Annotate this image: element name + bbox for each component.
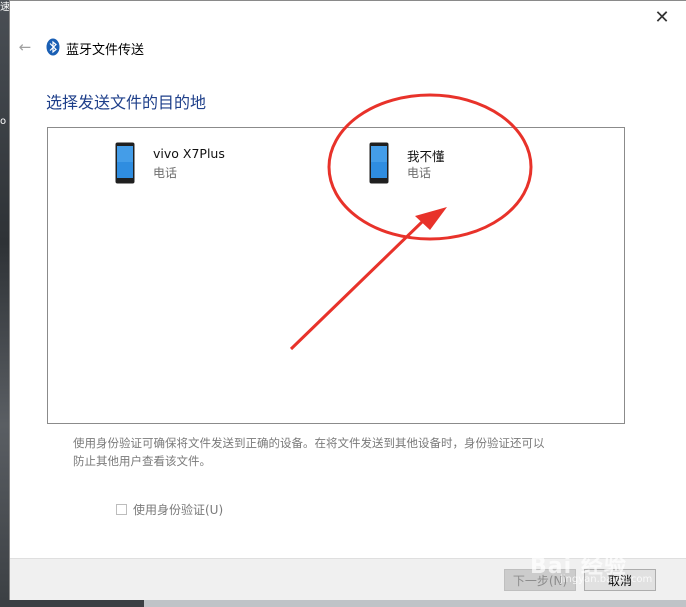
close-icon: ✕: [654, 6, 670, 28]
device-name: 我不懂: [407, 149, 445, 164]
device-type: 电话: [407, 166, 432, 180]
page-title: 选择发送文件的目的地: [46, 93, 207, 112]
auth-description-line: 防止其他用户查看该文件。: [73, 454, 211, 468]
bluetooth-transfer-window: ✕ ← 蓝牙文件传送 选择发送文件的目的地 vivo X7Plus 电话 我不懂: [9, 0, 686, 601]
back-arrow-icon: ←: [18, 38, 32, 56]
watermark-logo-sub: jingyan.baidu.com: [560, 574, 653, 585]
auth-checkbox-label: 使用身份验证(U): [133, 503, 224, 517]
desktop-icon-label: o: [0, 116, 7, 127]
device-list: vivo X7Plus 电话 我不懂 电话: [47, 127, 625, 424]
auth-description-line: 使用身份验证可确保将文件发送到正确的设备。在将文件发送到其他设备时，身份验证还可…: [73, 436, 545, 450]
phone-icon: [115, 142, 135, 184]
close-button[interactable]: ✕: [644, 3, 680, 31]
device-name: vivo X7Plus: [153, 146, 225, 161]
phone-icon: [369, 142, 389, 184]
auth-checkbox[interactable]: [116, 504, 127, 515]
device-type: 电话: [153, 166, 178, 180]
window-title: 蓝牙文件传送: [66, 43, 145, 58]
window-bottom-edge: [0, 600, 686, 607]
device-item-wobudong[interactable]: 我不懂 电话: [369, 142, 589, 196]
auth-checkbox-row[interactable]: 使用身份验证(U): [116, 501, 223, 518]
back-button[interactable]: ←: [16, 38, 34, 56]
desktop-icon-label: 速: [0, 2, 10, 13]
device-item-vivo[interactable]: vivo X7Plus 电话: [115, 142, 335, 196]
bluetooth-icon: [46, 38, 60, 56]
auth-description: 使用身份验证可确保将文件发送到正确的设备。在将文件发送到其他设备时，身份验证还可…: [73, 434, 593, 470]
